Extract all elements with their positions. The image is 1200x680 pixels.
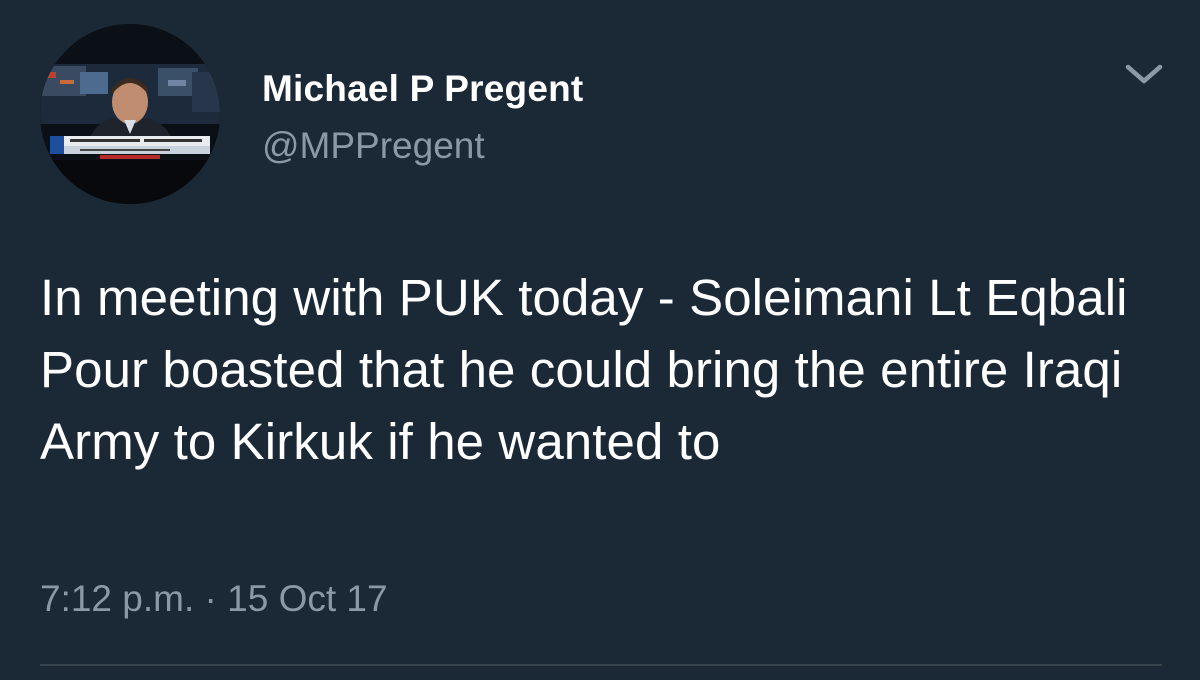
tweet-card: Michael P Pregent @MPPregent In meeting … [0, 0, 1200, 680]
divider [40, 664, 1162, 666]
avatar-photo [40, 24, 220, 204]
tweet-text: In meeting with PUK today - Soleimani Lt… [40, 269, 1128, 470]
author-name[interactable]: Michael P Pregent [262, 68, 583, 110]
chevron-down-icon[interactable] [1122, 58, 1166, 90]
tweet-timestamp[interactable]: 7:12 p.m. · 15 Oct 17 [40, 578, 388, 620]
avatar[interactable] [40, 24, 220, 204]
author-handle[interactable]: @MPPregent [262, 125, 485, 167]
